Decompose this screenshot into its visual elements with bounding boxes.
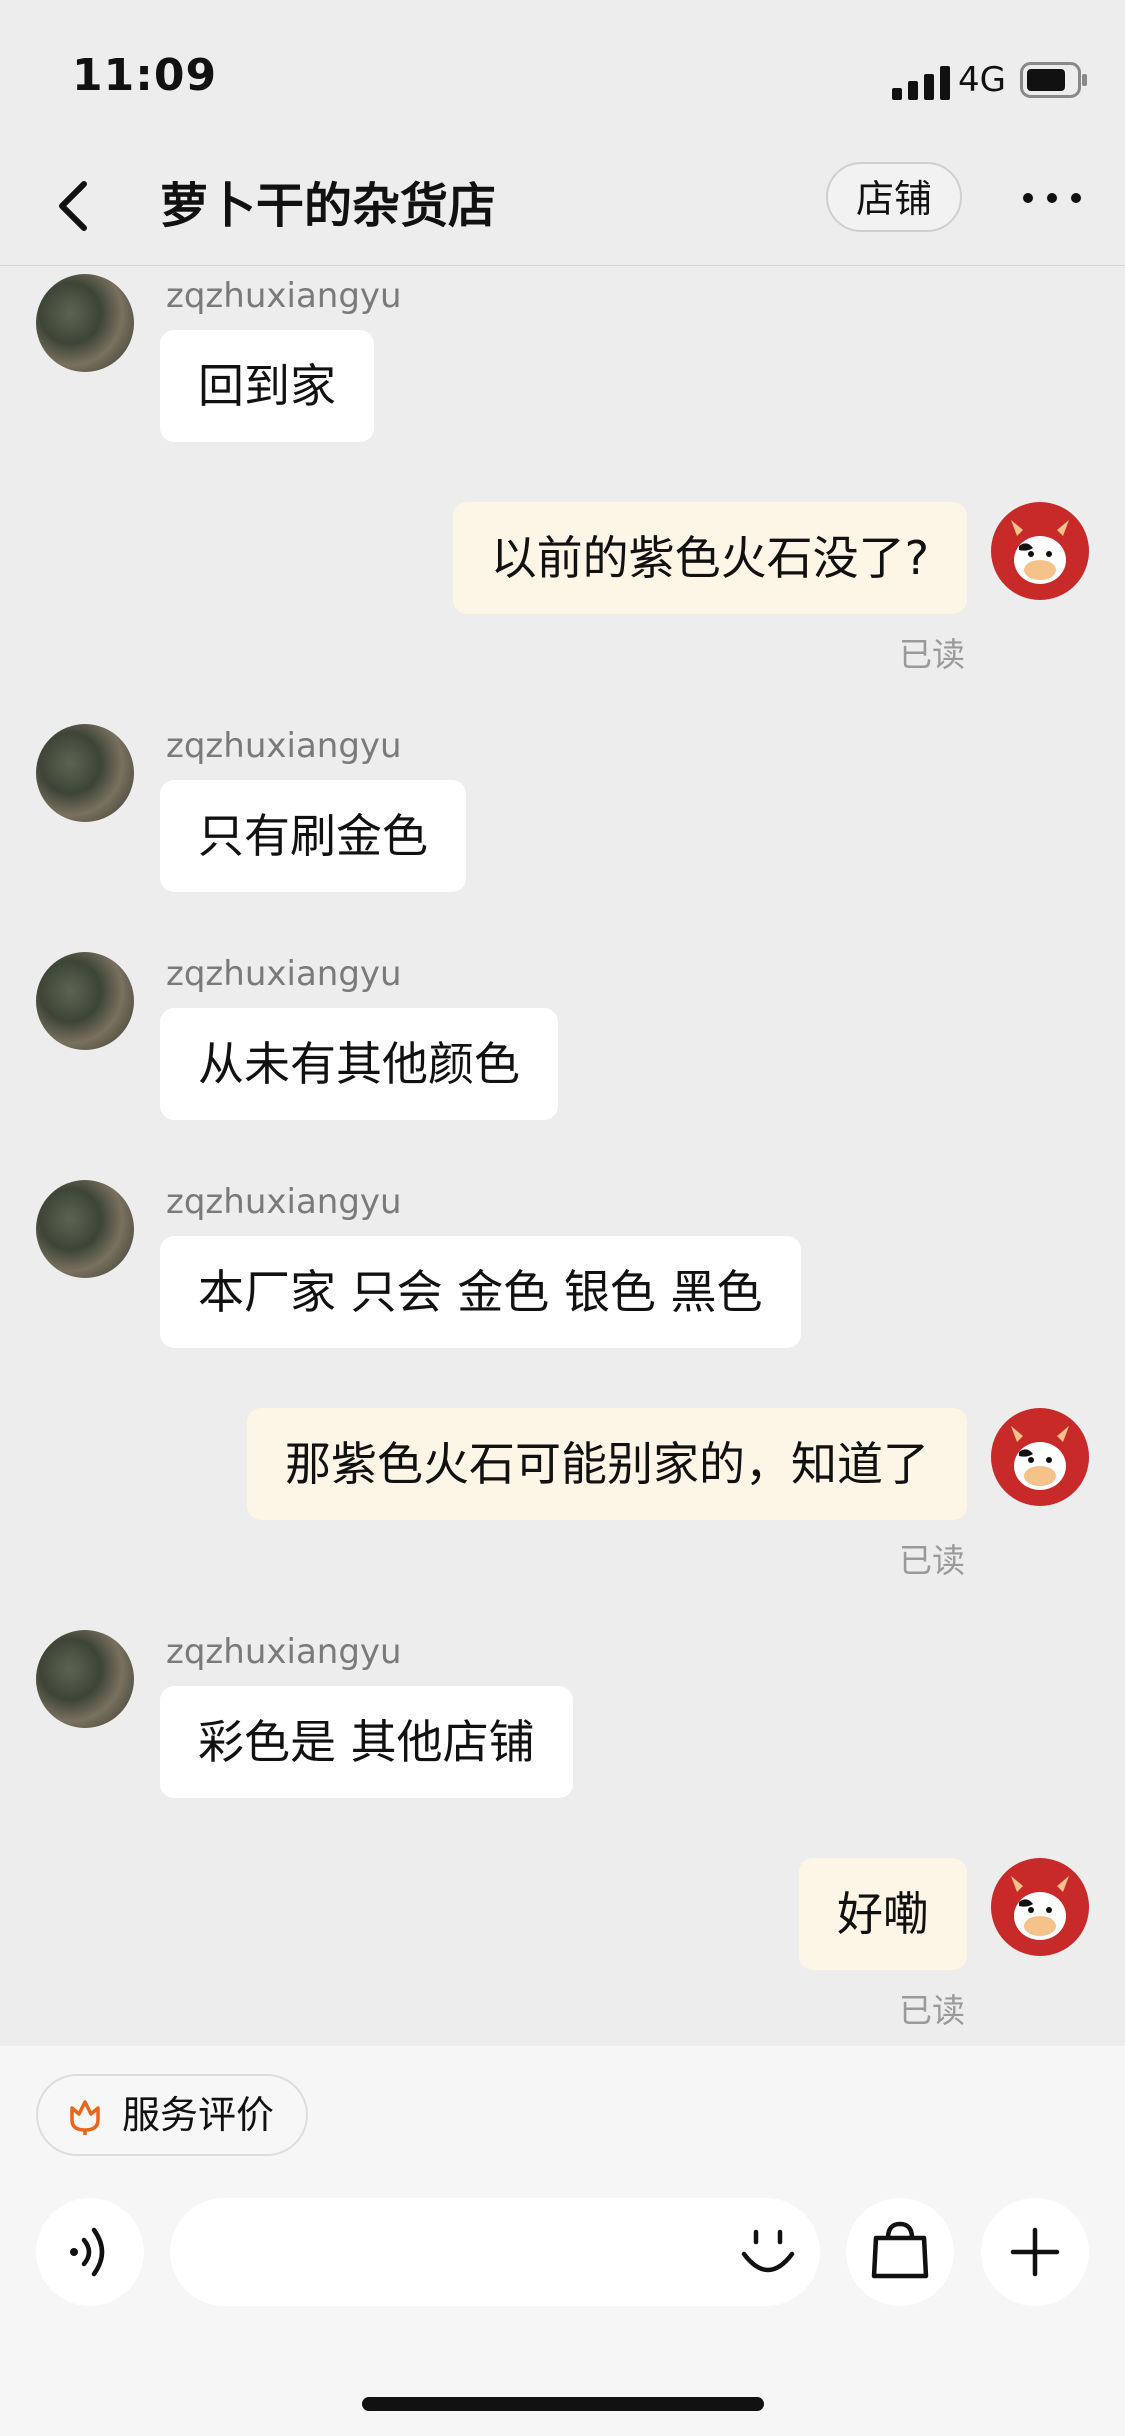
cow-avatar-icon [1011, 1876, 1069, 1940]
voice-button[interactable] [36, 2198, 144, 2306]
signal-icon [892, 66, 950, 100]
seller-avatar[interactable] [36, 274, 134, 372]
read-status: 已读 [899, 1991, 965, 2030]
sender-name: zqzhuxiangyu [166, 1632, 402, 1672]
user-avatar[interactable] [991, 1858, 1089, 1956]
service-rating-button[interactable]: 服务评价 [36, 2074, 308, 2156]
incoming-message[interactable]: 只有刷金色 [160, 780, 466, 892]
cow-avatar-icon [1011, 520, 1069, 584]
sender-name: zqzhuxiangyu [166, 1182, 402, 1222]
back-arrow-icon[interactable] [50, 174, 100, 238]
outgoing-message[interactable]: 以前的紫色火石没了? [452, 502, 967, 614]
cow-avatar-icon [1011, 1426, 1069, 1490]
status-bar: 11:09 4G [0, 0, 1125, 150]
status-time: 11:09 [72, 50, 218, 101]
home-indicator [362, 2397, 764, 2411]
outgoing-message[interactable]: 那紫色火石可能别家的，知道了 [247, 1408, 967, 1520]
sender-name: zqzhuxiangyu [166, 276, 402, 316]
incoming-message[interactable]: 回到家 [160, 330, 374, 442]
shopping-bag-icon [871, 2221, 929, 2279]
incoming-message[interactable]: 从未有其他颜色 [160, 1008, 558, 1120]
more-options-icon[interactable] [1020, 182, 1084, 214]
shop-title: 萝卜干的杂货店 [160, 178, 497, 234]
chat-header: 萝卜干的杂货店 店铺 [0, 150, 1125, 266]
outgoing-message[interactable]: 好嘞 [799, 1858, 967, 1970]
input-area: 服务评价 [0, 2046, 1125, 2436]
seller-avatar[interactable] [36, 724, 134, 822]
emoji-icon[interactable] [738, 2224, 798, 2284]
shop-button[interactable]: 店铺 [826, 162, 962, 232]
add-button[interactable] [981, 2198, 1089, 2306]
seller-avatar[interactable] [36, 1180, 134, 1278]
battery-icon [1020, 62, 1087, 98]
seller-avatar[interactable] [36, 952, 134, 1050]
voice-icon [70, 2227, 105, 2277]
read-status: 已读 [899, 1541, 965, 1580]
incoming-message[interactable]: 彩色是 其他店铺 [160, 1686, 573, 1798]
user-avatar[interactable] [991, 1408, 1089, 1506]
incoming-message[interactable]: 本厂家 只会 金色 银色 黑色 [160, 1236, 801, 1348]
seller-avatar[interactable] [36, 1630, 134, 1728]
message-list[interactable]: zqzhuxiangyu 回到家 以前的紫色火石没了? 已读 zqzhuxian… [0, 266, 1125, 2046]
plus-icon [1010, 2227, 1060, 2277]
service-rating-label: 服务评价 [122, 2093, 275, 2137]
sender-name: zqzhuxiangyu [166, 726, 402, 766]
flower-icon [70, 2100, 100, 2135]
network-type: 4G [958, 60, 1006, 100]
shop-bag-button[interactable] [846, 2198, 954, 2306]
message-input[interactable] [170, 2198, 820, 2306]
read-status: 已读 [899, 635, 965, 674]
user-avatar[interactable] [991, 502, 1089, 600]
sender-name: zqzhuxiangyu [166, 954, 402, 994]
